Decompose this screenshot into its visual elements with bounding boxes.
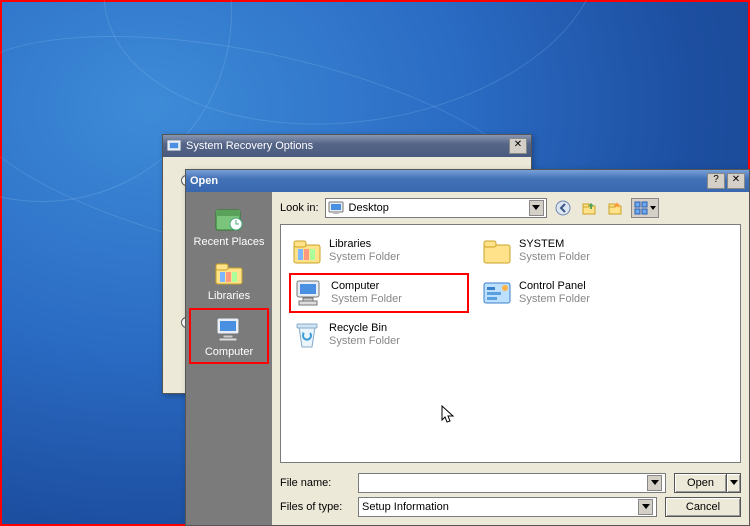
computer-icon (212, 314, 246, 344)
desktop-background: System Recovery Options ✕ Open ? ✕ (2, 2, 748, 524)
view-menu-button[interactable] (631, 198, 659, 218)
file-type-dropdown[interactable]: Setup Information (358, 497, 657, 517)
up-one-level-button[interactable] (579, 198, 599, 218)
file-name: Control Panel (519, 280, 590, 293)
libraries-icon (291, 235, 323, 267)
chevron-down-icon[interactable] (529, 200, 544, 216)
open-titlebar[interactable]: Open ? ✕ (186, 170, 749, 192)
sidebar-item-label: Libraries (208, 290, 250, 302)
close-icon[interactable]: ✕ (727, 173, 745, 189)
help-icon[interactable]: ? (707, 173, 725, 189)
look-in-value: Desktop (349, 202, 389, 214)
file-sub: System Folder (329, 335, 400, 348)
chevron-down-icon[interactable] (647, 475, 662, 491)
back-button[interactable] (553, 198, 573, 218)
recycle-bin-icon (291, 319, 323, 351)
sidebar-item-label: Computer (205, 346, 253, 358)
file-sub: System Folder (331, 293, 402, 306)
sidebar-item-libraries[interactable]: Libraries (189, 254, 269, 306)
chevron-down-icon[interactable] (638, 499, 653, 515)
file-name-label: File name: (280, 477, 350, 489)
look-in-row: Look in: Desktop (272, 192, 749, 224)
file-list[interactable]: LibrariesSystem Folder SYSTEMSystem Fold… (280, 224, 741, 463)
libraries-icon (212, 258, 246, 288)
look-in-label: Look in: (280, 202, 319, 214)
folder-icon (481, 235, 513, 267)
open-title: Open (190, 175, 218, 187)
bottom-controls: File name: Open Files of type: (272, 465, 749, 525)
recovery-title: System Recovery Options (186, 140, 313, 152)
open-main: Look in: Desktop (272, 192, 749, 525)
file-name: Computer (331, 280, 402, 293)
sidebar-item-computer[interactable]: Computer (189, 308, 269, 364)
file-name: SYSTEM (519, 238, 590, 251)
recent-places-icon (212, 204, 246, 234)
recovery-titlebar[interactable]: System Recovery Options ✕ (163, 135, 531, 157)
file-name: Recycle Bin (329, 322, 400, 335)
file-sub: System Folder (519, 293, 590, 306)
file-item-control-panel[interactable]: Control PanelSystem Folder (479, 273, 659, 313)
open-dropdown-button[interactable] (726, 473, 741, 493)
close-icon[interactable]: ✕ (509, 138, 527, 154)
file-sub: System Folder (519, 251, 590, 264)
open-button[interactable]: Open (674, 473, 726, 493)
file-type-label: Files of type: (280, 501, 350, 513)
control-panel-icon (481, 277, 513, 309)
file-name: Libraries (329, 238, 400, 251)
new-folder-button[interactable] (605, 198, 625, 218)
places-sidebar: Recent Places Libraries Computer (186, 192, 272, 525)
file-item-system[interactable]: SYSTEMSystem Folder (479, 233, 659, 269)
computer-icon (293, 277, 325, 309)
open-dialog: Open ? ✕ Recent Places (185, 169, 750, 526)
file-sub: System Folder (329, 251, 400, 264)
sidebar-item-label: Recent Places (194, 236, 265, 248)
cancel-button[interactable]: Cancel (665, 497, 741, 517)
file-item-computer[interactable]: ComputerSystem Folder (289, 273, 469, 313)
look-in-dropdown[interactable]: Desktop (325, 198, 547, 218)
sidebar-item-recent-places[interactable]: Recent Places (189, 200, 269, 252)
recovery-icon (167, 139, 181, 153)
file-item-libraries[interactable]: LibrariesSystem Folder (289, 233, 469, 269)
desktop-icon (328, 201, 344, 215)
open-button-group: Open (674, 473, 741, 493)
file-name-input[interactable] (358, 473, 666, 493)
file-item-recycle-bin[interactable]: Recycle BinSystem Folder (289, 317, 469, 353)
mouse-cursor-icon (441, 405, 455, 423)
chevron-down-icon (650, 206, 656, 211)
